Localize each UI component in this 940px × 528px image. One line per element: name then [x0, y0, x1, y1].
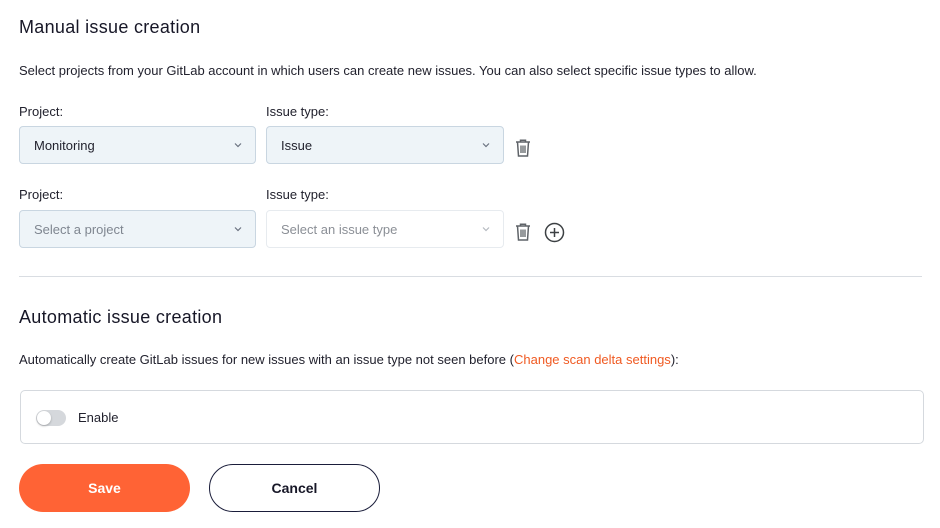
add-row-button[interactable]: [543, 221, 565, 243]
change-scan-delta-settings-link[interactable]: Change scan delta settings: [514, 352, 671, 367]
manual-section-title: Manual issue creation: [19, 17, 201, 37]
project-label: Project:: [19, 187, 64, 202]
plus-circle-icon: [544, 222, 564, 242]
trash-icon: [516, 223, 530, 241]
toggle-knob: [37, 411, 51, 425]
chevron-down-icon: [482, 227, 490, 232]
automatic-description-text: Automatically create GitLab issues for n…: [19, 352, 514, 367]
issue-type-select-1[interactable]: Issue: [266, 126, 504, 164]
project-select-2-placeholder: Select a project: [34, 221, 124, 237]
automatic-description: Automatically create GitLab issues for n…: [19, 352, 679, 367]
enable-toggle[interactable]: [36, 410, 66, 426]
project-label: Project:: [19, 104, 64, 119]
save-button[interactable]: Save: [19, 464, 190, 512]
issue-type-select-1-value: Issue: [281, 137, 313, 153]
issue-type-select-2: Select an issue type: [266, 210, 504, 248]
automatic-section-title: Automatic issue creation: [19, 307, 223, 327]
issue-type-select-2-placeholder: Select an issue type: [281, 221, 398, 237]
project-select-1-value: Monitoring: [34, 137, 95, 153]
cancel-button[interactable]: Cancel: [209, 464, 380, 512]
manual-description: Select projects from your GitLab account…: [19, 63, 757, 78]
project-select-2[interactable]: Select a project: [19, 210, 256, 248]
enable-toggle-label: Enable: [78, 410, 119, 425]
automatic-description-suffix: ):: [670, 352, 679, 367]
issue-type-label: Issue type:: [266, 104, 329, 119]
delete-row-2-button[interactable]: [512, 221, 534, 243]
delete-row-1-button[interactable]: [512, 137, 534, 159]
project-select-1[interactable]: Monitoring: [19, 126, 256, 164]
enable-toggle-container: Enable: [20, 390, 924, 444]
chevron-down-icon: [482, 143, 490, 148]
section-divider: [19, 276, 922, 277]
chevron-down-icon: [234, 227, 242, 232]
trash-icon: [516, 139, 530, 157]
issue-type-label: Issue type:: [266, 187, 329, 202]
chevron-down-icon: [234, 143, 242, 148]
